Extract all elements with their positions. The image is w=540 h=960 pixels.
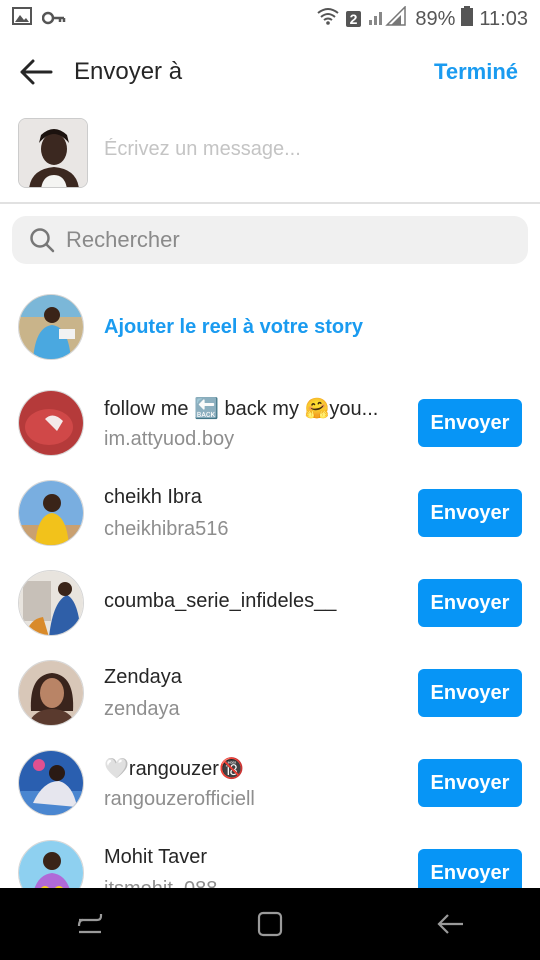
recipient-name: 🤍rangouzer🔞 <box>104 758 244 780</box>
header: Envoyer à Terminé <box>0 44 540 100</box>
page-title: Envoyer à <box>74 58 183 85</box>
status-bar: 2 89% 11:03 <box>0 0 540 38</box>
recipient-info: Zendaya zendaya <box>104 666 394 721</box>
back-button[interactable] <box>18 54 54 90</box>
recipient-username: zendaya <box>104 698 180 720</box>
avatar <box>18 390 84 456</box>
recipient-name: follow me 🔙 back my 🤗you... <box>104 398 379 420</box>
list-item: Zendaya zendaya Envoyer <box>0 660 540 750</box>
search-bar[interactable] <box>12 216 528 264</box>
recipient-name: cheikh Ibra <box>104 486 202 508</box>
recipient-info: follow me 🔙 back my 🤗you... im.attyuod.b… <box>104 396 394 451</box>
avatar <box>18 660 84 726</box>
home-button[interactable] <box>240 894 300 954</box>
recent-apps-icon <box>77 914 103 934</box>
search-icon <box>30 228 55 253</box>
list-item: coumba_serie_infideles__ Envoyer <box>0 570 540 660</box>
recipient-username: rangouzerofficiell <box>104 788 255 810</box>
list-item: 🤍rangouzer🔞 rangouzerofficiell Envoyer <box>0 750 540 840</box>
avatar <box>18 750 84 816</box>
recipient-name: coumba_serie_infideles__ <box>104 590 337 612</box>
back-icon <box>437 914 463 934</box>
signal-icon <box>367 5 409 32</box>
send-button[interactable]: Envoyer <box>418 579 522 627</box>
search-input[interactable] <box>66 227 486 253</box>
battery-icon <box>461 6 474 32</box>
key-icon <box>41 8 66 31</box>
list-item: cheikh Ibra cheikhibra516 Envoyer <box>0 480 540 570</box>
battery-percentage: 89% <box>415 7 456 30</box>
send-button[interactable]: Envoyer <box>418 669 522 717</box>
recipient-name: Zendaya <box>104 666 182 688</box>
send-button[interactable]: Envoyer <box>418 489 522 537</box>
message-input[interactable] <box>104 138 504 161</box>
recipient-name: Mohit Taver <box>104 846 208 868</box>
home-icon <box>257 911 283 937</box>
avatar <box>18 480 84 546</box>
avatar <box>18 570 84 636</box>
arrow-left-icon <box>20 59 53 85</box>
recipient-info: cheikh Ibra cheikhibra516 <box>104 486 394 541</box>
send-button[interactable]: Envoyer <box>418 399 522 447</box>
recent-apps-button[interactable] <box>60 894 120 954</box>
wifi-icon <box>316 7 340 31</box>
recipient-info: coumba_serie_infideles__ <box>104 590 394 616</box>
list-item: follow me 🔙 back my 🤗you... im.attyuod.b… <box>0 390 540 480</box>
recipient-username: cheikhibra516 <box>104 518 229 540</box>
recipient-username: im.attyuod.boy <box>104 428 235 450</box>
recipient-info: 🤍rangouzer🔞 rangouzerofficiell <box>104 756 394 811</box>
system-nav-bar <box>0 888 540 960</box>
clock: 11:03 <box>479 7 528 30</box>
reel-thumbnail <box>18 118 88 188</box>
back-nav-button[interactable] <box>420 894 480 954</box>
image-icon <box>12 7 32 31</box>
compose-area <box>0 118 540 204</box>
add-to-story-label: Ajouter le reel à votre story <box>104 315 363 338</box>
sim-badge: 2 <box>345 11 362 27</box>
recipient-list: follow me 🔙 back my 🤗you... im.attyuod.b… <box>0 390 540 930</box>
done-button[interactable]: Terminé <box>434 59 518 85</box>
add-reel-to-story[interactable]: Ajouter le reel à votre story <box>0 294 540 360</box>
send-button[interactable]: Envoyer <box>418 759 522 807</box>
avatar <box>18 294 84 360</box>
